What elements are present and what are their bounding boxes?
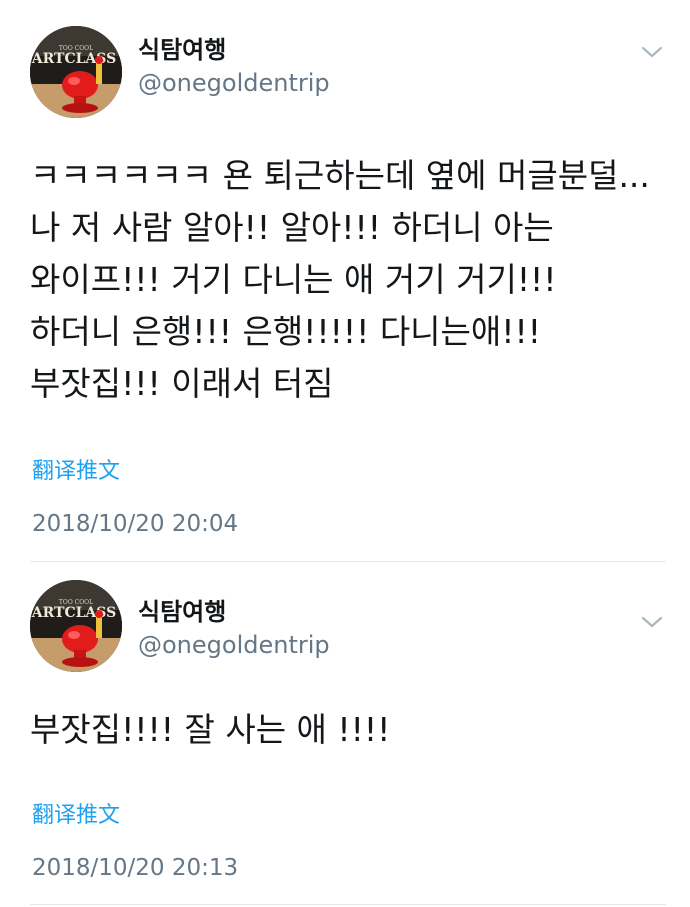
tweet-author[interactable]: 식탐여행 @onegoldentrip [138, 598, 330, 660]
avatar-image: TOO COOL ARTCLASS [30, 26, 122, 118]
user-handle[interactable]: @onegoldentrip [138, 630, 330, 660]
avatar[interactable]: TOO COOL ARTCLASS [30, 580, 122, 672]
display-name[interactable]: 식탐여행 [138, 598, 330, 626]
chevron-down-icon[interactable] [640, 614, 664, 630]
chevron-down-icon[interactable] [640, 44, 664, 60]
tweet-text: 부잣집!!!! 잘 사는 애 !!!! [30, 710, 391, 749]
divider [30, 904, 666, 905]
avatar-logo-text: ARTCLASS [31, 605, 116, 621]
tweet-author[interactable]: 식탐여행 @onegoldentrip [138, 36, 330, 98]
translate-tweet-link[interactable]: 翻译推文 [32, 458, 120, 486]
tweet[interactable]: TOO COOL ARTCLASS 식탐여행 @onegoldentrip ㅋㅋ… [30, 0, 666, 562]
avatar[interactable]: TOO COOL ARTCLASS [30, 26, 122, 118]
tweet-text: ㅋㅋㅋㅋㅋㅋ 욘 퇴근하는데 옆에 머글분덜... 나 저 사람 알아!! 알아… [30, 156, 650, 403]
translate-tweet-link[interactable]: 翻译推文 [32, 802, 120, 830]
avatar-logo-text: ARTCLASS [31, 51, 116, 67]
user-handle[interactable]: @onegoldentrip [138, 68, 330, 98]
tweet-timestamp[interactable]: 2018/10/20 20:04 [32, 510, 238, 538]
tweet-timestamp[interactable]: 2018/10/20 20:13 [32, 854, 238, 882]
avatar-image: TOO COOL ARTCLASS [30, 580, 122, 672]
display-name[interactable]: 식탐여행 [138, 36, 330, 64]
tweet[interactable]: TOO COOL ARTCLASS 식탐여행 @onegoldentrip 부잣… [30, 562, 666, 905]
